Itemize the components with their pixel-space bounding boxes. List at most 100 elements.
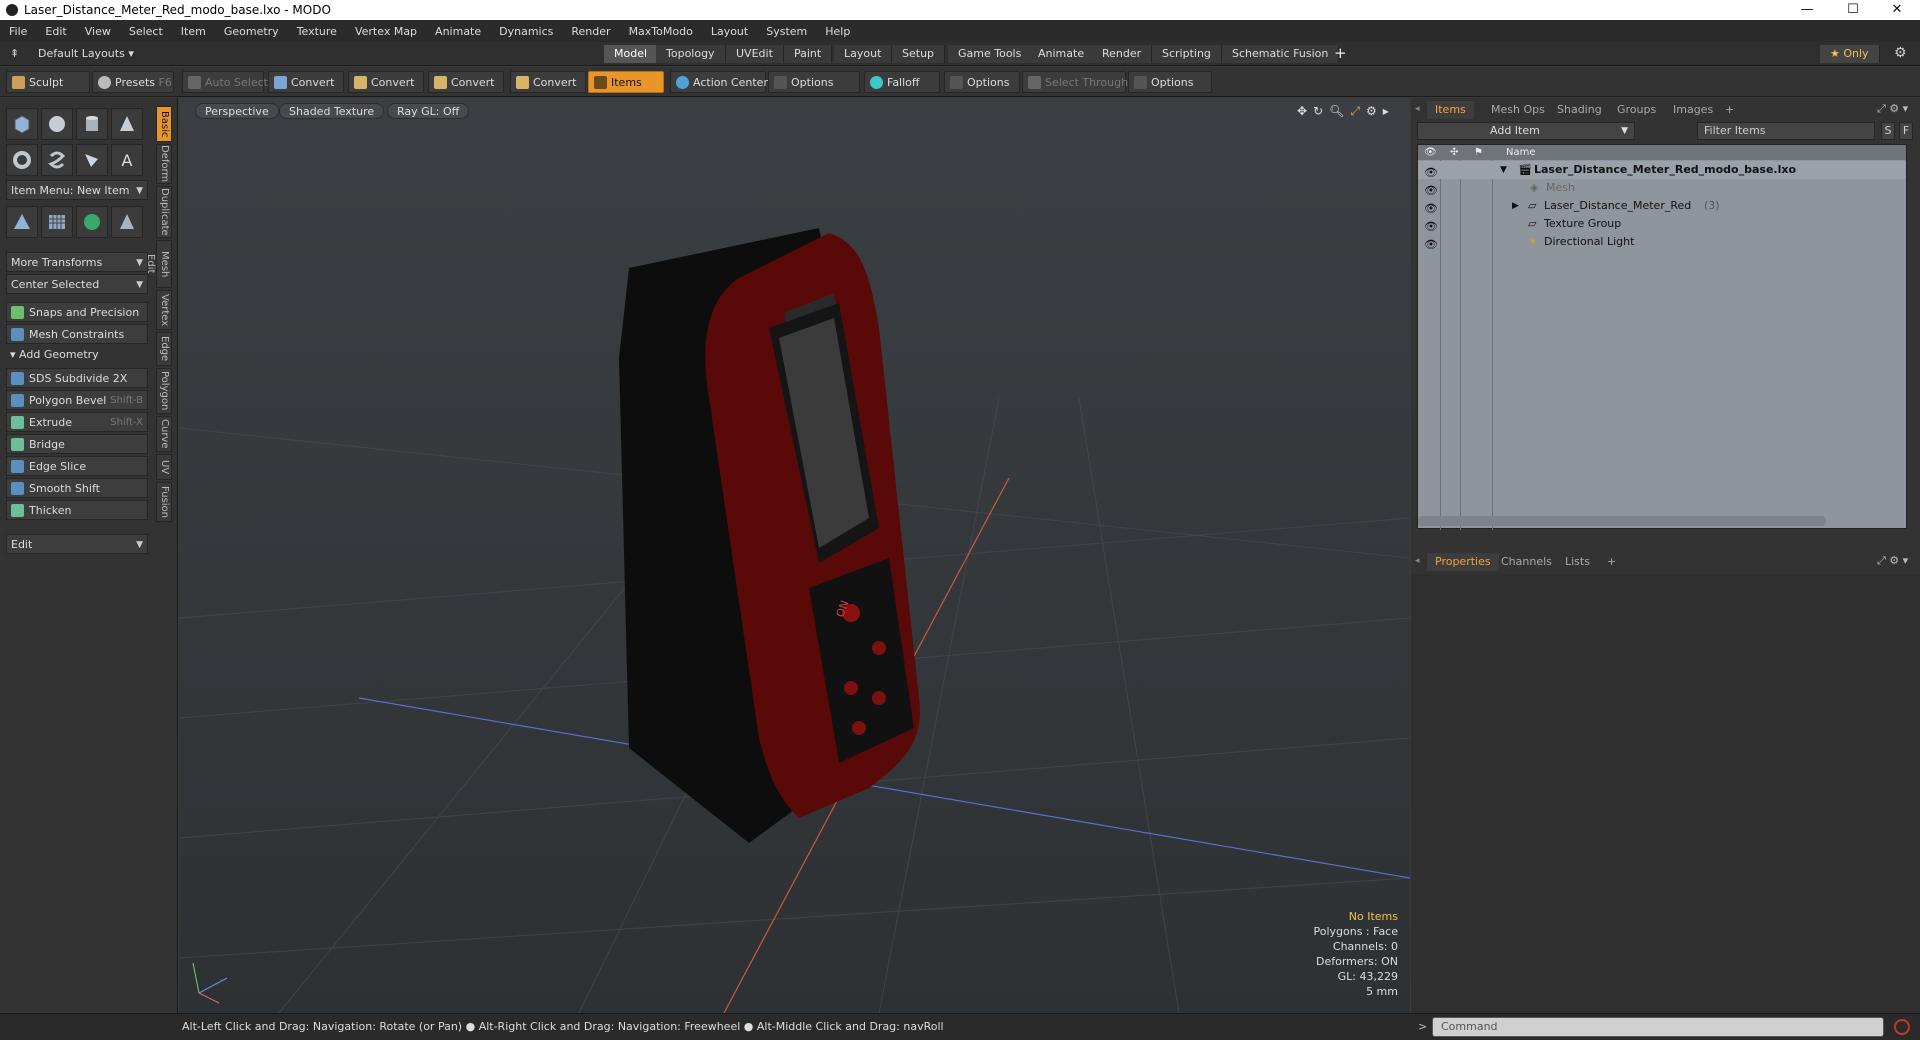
raygl-button[interactable]: Ray GL: Off — [387, 103, 470, 119]
vtab-edge[interactable]: Edge — [156, 332, 172, 366]
menu-select[interactable]: Select — [120, 25, 172, 38]
tab-scripting[interactable]: Scripting — [1152, 45, 1222, 63]
add-panel-tab-button[interactable]: + — [1599, 553, 1624, 571]
panel-options-icons[interactable]: ⤢ ⚙ ▾ — [1877, 102, 1908, 116]
panel-collapse-icon[interactable]: ◂ — [1415, 556, 1420, 566]
menu-file[interactable]: File — [0, 25, 36, 38]
vtab-deform[interactable]: Deform — [156, 144, 172, 184]
pyramid-tool[interactable] — [111, 206, 143, 238]
more-transforms-dropdown[interactable]: More Transforms ▼ — [6, 252, 148, 272]
action-center-button[interactable]: Action Center — [670, 71, 768, 93]
tab-uvedit[interactable]: UVEdit — [726, 45, 784, 63]
add-geometry-header[interactable]: ▾ Add Geometry — [10, 348, 99, 361]
auto-select-button[interactable]: Auto Select — [182, 71, 268, 93]
vtab-curve[interactable]: Curve — [156, 416, 172, 452]
visibility-eye-icon[interactable]: 👁︎ — [1424, 182, 1438, 197]
tab-schematic-fusion[interactable]: Schematic Fusion — [1222, 45, 1340, 63]
vtab-basic[interactable]: Basic — [156, 106, 172, 142]
pen-tool[interactable] — [76, 144, 108, 176]
viewport-settings-icon[interactable]: ⚙ — [1366, 104, 1377, 119]
add-layout-tab-button[interactable]: + — [1334, 44, 1347, 62]
tree-row-group[interactable]: 👁︎ ▶ ▱ Laser_Distance_Meter_Red (3) — [1418, 197, 1906, 215]
bridge-button[interactable]: Bridge — [6, 434, 148, 454]
convert-edges-button[interactable]: Convert — [348, 71, 424, 93]
tab-mesh-ops[interactable]: Mesh Ops — [1483, 101, 1553, 119]
3d-viewport[interactable]: ON Perspective Shaded Texture Ray GL: Of… — [179, 98, 1410, 1013]
convert-polygons-button[interactable]: Convert — [428, 71, 504, 93]
menu-system[interactable]: System — [757, 25, 816, 38]
tab-properties[interactable]: Properties — [1427, 553, 1499, 571]
menu-render[interactable]: Render — [562, 25, 619, 38]
panel-collapse-icon[interactable]: ◂ — [1415, 104, 1420, 114]
item-menu-dropdown[interactable]: Item Menu: New Item ▼ — [6, 180, 148, 200]
torus-tool[interactable] — [6, 144, 38, 176]
layout-toggle-icon[interactable]: ⇞ — [10, 47, 19, 60]
record-icon[interactable] — [1894, 1019, 1910, 1035]
tab-animate[interactable]: Animate — [1028, 45, 1096, 63]
tree-row-texture-group[interactable]: 👁︎ ▱ Texture Group — [1418, 215, 1906, 233]
falloff-button[interactable]: Falloff — [864, 71, 940, 93]
convert-items-button[interactable]: Convert — [510, 71, 586, 93]
menu-view[interactable]: View — [76, 25, 120, 38]
add-item-dropdown[interactable]: Add Item ▼ — [1417, 122, 1635, 140]
tab-items[interactable]: Items — [1427, 101, 1474, 119]
tree-horizontal-scrollbar[interactable] — [1418, 516, 1826, 526]
zoom-icon[interactable]: 🔍︎ — [1329, 104, 1344, 119]
pan-icon[interactable]: ✥ — [1297, 104, 1307, 119]
snaps-precision-button[interactable]: Snaps and Precision — [6, 302, 148, 322]
smooth-shift-button[interactable]: Smooth Shift — [6, 478, 148, 498]
tab-model[interactable]: Model — [604, 45, 659, 63]
close-button[interactable]: ✕ — [1874, 0, 1920, 20]
tree-row-mesh[interactable]: 👁︎ ◈ Mesh — [1418, 179, 1906, 197]
name-column-header[interactable]: Name — [1506, 145, 1536, 160]
tab-channels[interactable]: Channels — [1493, 553, 1560, 571]
layout-gear-icon[interactable]: ⚙ — [1894, 45, 1907, 61]
command-input[interactable]: Command — [1432, 1017, 1884, 1037]
filter-items-input[interactable]: Filter Items — [1697, 122, 1875, 140]
mesh-constraints-button[interactable]: Mesh Constraints — [6, 324, 148, 344]
rotate-icon[interactable]: ↻ — [1313, 104, 1323, 119]
items-mode-button[interactable]: Items — [588, 71, 664, 93]
convert-vertices-button[interactable]: Convert — [268, 71, 344, 93]
visibility-eye-icon[interactable]: 👁︎ — [1424, 164, 1438, 179]
capsule-tool[interactable] — [41, 144, 73, 176]
transform-tool[interactable] — [6, 206, 38, 238]
filter-s-button[interactable]: S — [1881, 122, 1895, 140]
menu-vertex-map[interactable]: Vertex Map — [346, 25, 426, 38]
visibility-eye-icon[interactable]: 👁︎ — [1424, 200, 1438, 215]
tab-layout[interactable]: Layout — [834, 45, 893, 63]
tab-lists[interactable]: Lists — [1557, 553, 1598, 571]
falloff-options-button[interactable]: Options — [944, 71, 1020, 93]
select-through-options-button[interactable]: Options — [1128, 71, 1212, 93]
fit-icon[interactable]: ⤢ — [1350, 104, 1360, 119]
cylinder-tool[interactable] — [76, 108, 108, 140]
shading-mode-button[interactable]: Shaded Texture — [279, 103, 385, 119]
menu-animate[interactable]: Animate — [426, 25, 490, 38]
tab-topology[interactable]: Topology — [656, 45, 726, 63]
action-center-options-button[interactable]: Options — [768, 71, 860, 93]
extrude-button[interactable]: Extrude Shift-X — [6, 412, 148, 432]
sds-subdivide-button[interactable]: SDS Subdivide 2X — [6, 368, 148, 388]
presets-button[interactable]: Presets F6 — [92, 71, 174, 93]
thicken-button[interactable]: Thicken — [6, 500, 148, 520]
tab-groups[interactable]: Groups — [1609, 101, 1664, 119]
tab-shading[interactable]: Shading — [1549, 101, 1610, 119]
cube-tool[interactable] — [6, 108, 38, 140]
polygon-bevel-button[interactable]: Polygon Bevel Shift-B — [6, 390, 148, 410]
vtab-mesh-edit[interactable]: Mesh Edit — [145, 240, 172, 288]
tab-paint[interactable]: Paint — [784, 45, 833, 63]
only-toggle[interactable]: ★ Only — [1820, 45, 1880, 63]
text-tool[interactable]: A — [111, 144, 143, 176]
panel-options-icons[interactable]: ⤢ ⚙ ▾ — [1877, 554, 1908, 568]
sculpt-button[interactable]: Sculpt — [6, 71, 90, 93]
vtab-duplicate[interactable]: Duplicate — [156, 186, 172, 238]
menu-geometry[interactable]: Geometry — [215, 25, 288, 38]
tab-render[interactable]: Render — [1092, 45, 1153, 63]
globe-tool[interactable] — [76, 206, 108, 238]
tab-images[interactable]: Images — [1665, 101, 1721, 119]
grid-tool[interactable] — [41, 206, 73, 238]
edit-dropdown[interactable]: Edit ▼ — [6, 534, 148, 554]
tree-row-scene[interactable]: 👁︎ ▼ 🎬︎ Laser_Distance_Meter_Red_modo_ba… — [1418, 161, 1906, 179]
tab-setup[interactable]: Setup — [892, 45, 946, 63]
menu-help[interactable]: Help — [816, 25, 859, 38]
